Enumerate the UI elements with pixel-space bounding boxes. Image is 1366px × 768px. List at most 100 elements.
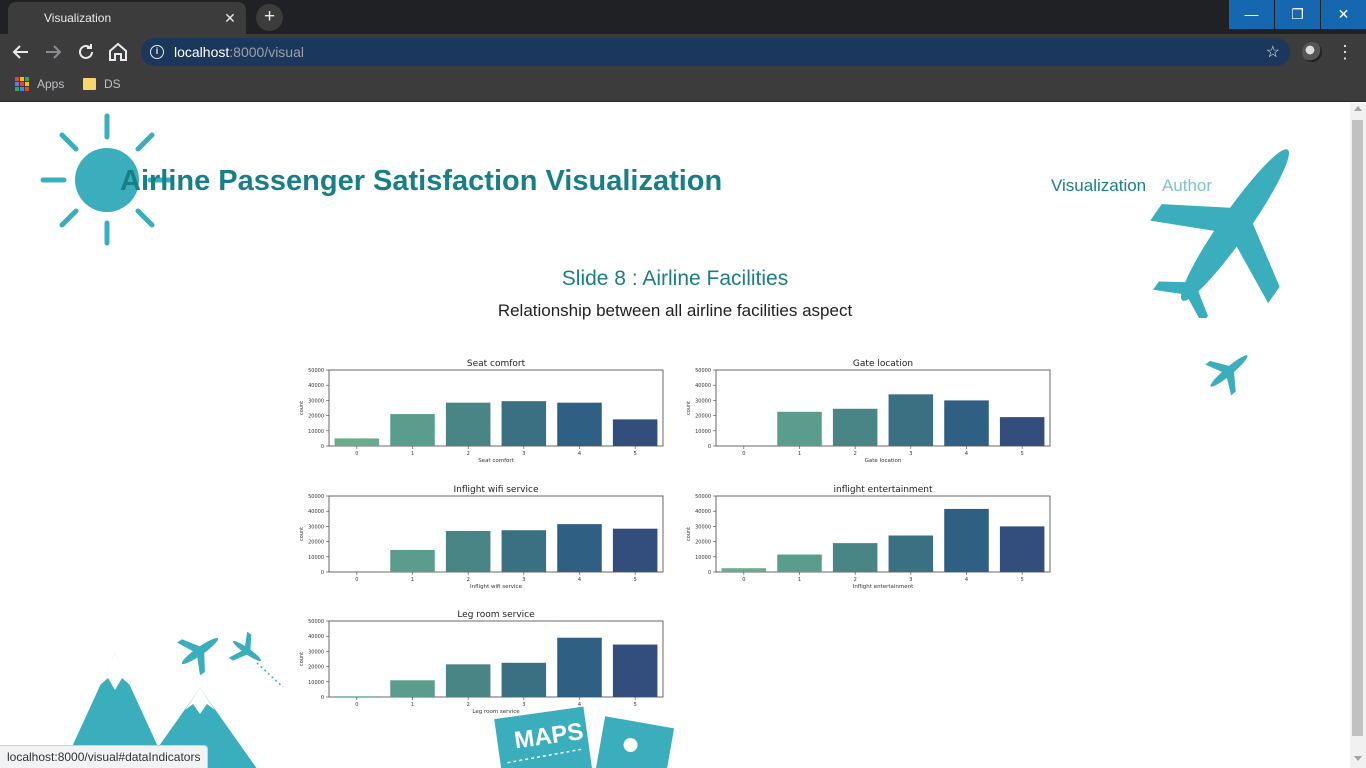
url-text: localhost:8000/visual bbox=[174, 44, 304, 60]
x-tick-label: 3 bbox=[522, 577, 525, 583]
y-tick-label: 30000 bbox=[695, 398, 711, 404]
apps-grid-icon bbox=[15, 77, 29, 91]
bar bbox=[612, 644, 658, 697]
bar bbox=[557, 637, 602, 697]
site-info-icon[interactable]: i bbox=[150, 45, 164, 59]
x-tick-label: 1 bbox=[411, 451, 414, 457]
bar bbox=[501, 401, 547, 446]
bar bbox=[390, 549, 435, 572]
y-tick-label: 20000 bbox=[308, 414, 324, 420]
y-tick-label: 40000 bbox=[695, 383, 711, 389]
y-tick-label: 10000 bbox=[308, 680, 324, 686]
nav-link-author[interactable]: Author bbox=[1162, 176, 1212, 195]
y-tick-label: 0 bbox=[708, 444, 711, 450]
x-tick-label: 0 bbox=[355, 451, 358, 457]
bookmark-star-icon[interactable]: ☆ bbox=[1266, 42, 1280, 62]
restore-button[interactable]: ❐ bbox=[1275, 0, 1320, 29]
y-tick-label: 10000 bbox=[308, 555, 324, 561]
chart-title: inflight entertainment bbox=[834, 485, 933, 495]
bar bbox=[944, 508, 989, 572]
bar bbox=[445, 402, 491, 446]
bar-chart-svg: Gate location 0 10000 20000 30000 40000 50000 c… bbox=[686, 359, 1051, 464]
scroll-down-arrow-icon[interactable] bbox=[1354, 756, 1362, 761]
chart-seat-comfort: Seat comfort 0 10000 20000 30000 40000 50000 co… bbox=[297, 355, 667, 470]
y-tick-label: 50000 bbox=[308, 619, 324, 625]
bar bbox=[390, 680, 435, 697]
y-tick-label: 20000 bbox=[695, 540, 711, 546]
forward-arrow-icon[interactable] bbox=[41, 40, 65, 64]
new-tab-button[interactable]: + bbox=[256, 4, 283, 31]
x-tick-label: 3 bbox=[522, 702, 525, 708]
bar-chart-svg: Inflight wifi service 0 10000 20000 30000 400… bbox=[299, 485, 664, 590]
home-icon[interactable] bbox=[106, 40, 130, 64]
bookmark-ds[interactable]: DS bbox=[83, 77, 121, 91]
bar-chart-svg: Seat comfort 0 10000 20000 30000 40000 50000 co… bbox=[299, 359, 664, 464]
x-tick-label: 1 bbox=[411, 577, 414, 583]
bar bbox=[832, 543, 878, 572]
reload-icon[interactable] bbox=[74, 40, 98, 64]
y-tick-label: 20000 bbox=[308, 540, 324, 546]
y-tick-label: 50000 bbox=[308, 368, 324, 374]
scrollbar-thumb[interactable] bbox=[1352, 120, 1363, 736]
x-tick-label: 0 bbox=[742, 451, 745, 457]
y-tick-label: 0 bbox=[321, 570, 324, 576]
bar bbox=[612, 419, 658, 446]
browser-tab[interactable]: Visualization ✕ bbox=[8, 2, 246, 34]
bar bbox=[445, 664, 491, 697]
y-tick-label: 30000 bbox=[695, 524, 711, 530]
chart-title: Leg room service bbox=[457, 610, 535, 620]
site-title: Airline Passenger Satisfaction Visualiza… bbox=[120, 165, 723, 197]
tab-close-icon[interactable]: ✕ bbox=[220, 8, 240, 28]
x-tick-label: 3 bbox=[909, 577, 912, 583]
x-tick-label: 2 bbox=[467, 451, 470, 457]
y-tick-label: 30000 bbox=[308, 649, 324, 655]
y-tick-label: 40000 bbox=[308, 509, 324, 515]
y-tick-label: 40000 bbox=[308, 634, 324, 640]
y-tick-label: 0 bbox=[321, 444, 324, 450]
x-axis-label: Gate location bbox=[865, 458, 902, 464]
x-tick-label: 3 bbox=[522, 451, 525, 457]
x-tick-label: 1 bbox=[798, 577, 801, 583]
minimize-button[interactable]: — bbox=[1229, 0, 1274, 29]
bar bbox=[721, 568, 767, 572]
page-content: MAPS Airline Passenger Satisfaction Visu… bbox=[0, 103, 1350, 768]
bookmark-apps[interactable]: Apps bbox=[15, 77, 64, 91]
close-window-button[interactable]: ✕ bbox=[1321, 0, 1366, 29]
slide-subtitle: Relationship between all airline facilit… bbox=[497, 301, 853, 320]
bar bbox=[334, 438, 380, 446]
tab-bar: Visualization ✕ + — ❐ ✕ bbox=[0, 0, 1366, 34]
browser-toolbar: i localhost:8000/visual ☆ ⋮ bbox=[0, 34, 1366, 70]
bar bbox=[334, 696, 380, 697]
bar bbox=[888, 535, 934, 572]
x-axis-label: Inflight wifi service bbox=[470, 584, 523, 590]
bookmark-label: DS bbox=[104, 77, 121, 91]
tab-title: Visualization bbox=[44, 11, 112, 25]
y-axis-label: count bbox=[686, 527, 692, 541]
y-tick-label: 20000 bbox=[695, 414, 711, 420]
chart-inflight-entertainment: inflight entertainment 0 10000 20000 30000 40… bbox=[684, 481, 1054, 596]
x-tick-label: 5 bbox=[634, 702, 637, 708]
address-bar[interactable]: i localhost:8000/visual ☆ bbox=[141, 38, 1290, 66]
bar bbox=[944, 400, 989, 446]
x-axis-label: Inflight entertainment bbox=[853, 584, 914, 590]
bar bbox=[501, 530, 547, 572]
bar bbox=[888, 394, 934, 446]
chart-title: Inflight wifi service bbox=[454, 485, 539, 495]
bar bbox=[445, 530, 491, 572]
chart-leg-room: Leg room service 0 10000 20000 30000 40000 500… bbox=[297, 606, 667, 721]
back-arrow-icon[interactable] bbox=[9, 40, 33, 64]
menu-dots-icon[interactable]: ⋮ bbox=[1336, 40, 1354, 64]
scroll-up-arrow-icon[interactable] bbox=[1354, 106, 1362, 111]
bar bbox=[777, 554, 822, 572]
y-tick-label: 40000 bbox=[695, 509, 711, 515]
bookmarks-bar: Apps DS bbox=[0, 70, 1366, 102]
x-tick-label: 2 bbox=[467, 702, 470, 708]
profile-avatar[interactable] bbox=[1302, 42, 1322, 62]
nav-link-visualization[interactable]: Visualization bbox=[1051, 176, 1146, 195]
x-tick-label: 5 bbox=[634, 451, 637, 457]
y-tick-label: 20000 bbox=[308, 665, 324, 671]
x-tick-label: 2 bbox=[854, 451, 857, 457]
x-tick-label: 4 bbox=[578, 702, 581, 708]
x-tick-label: 0 bbox=[355, 702, 358, 708]
x-tick-label: 4 bbox=[965, 451, 968, 457]
